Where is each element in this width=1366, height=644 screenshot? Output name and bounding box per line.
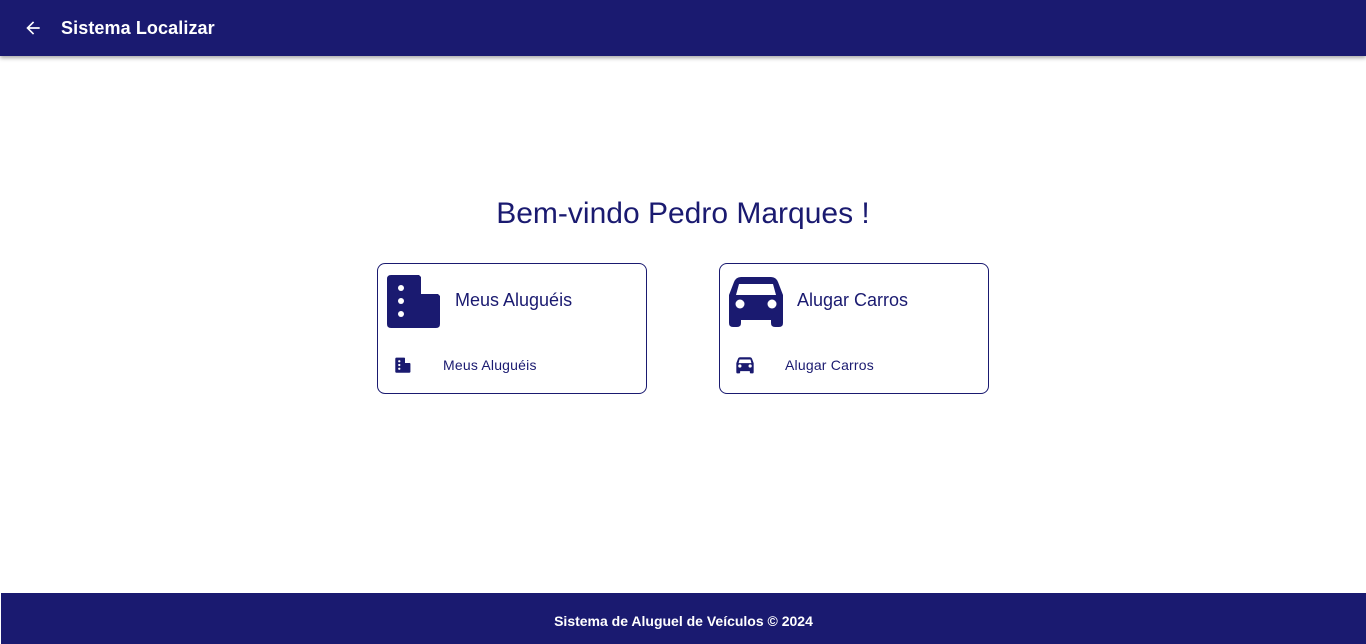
- car-icon: [735, 355, 755, 375]
- arrow-back-icon: [26, 21, 40, 35]
- card-action-label: Alugar Carros: [785, 357, 874, 373]
- welcome-heading: Bem-vindo Pedro Marques !: [496, 197, 870, 230]
- back-button[interactable]: [13, 8, 53, 48]
- page-footer: Sistema de Aluguel de Veículos © 2024: [1, 593, 1366, 644]
- top-toolbar: Sistema Localizar: [0, 0, 1366, 56]
- card-action-label: Meus Aluguéis: [443, 357, 537, 373]
- card-meus-alugueis[interactable]: Meus Aluguéis Meus Aluguéis: [377, 263, 647, 394]
- meus-alugueis-link[interactable]: Meus Aluguéis: [378, 350, 646, 380]
- footer-text: Sistema de Aluguel de Veículos © 2024: [554, 612, 813, 629]
- description-icon: [387, 275, 440, 328]
- description-icon: [393, 355, 413, 375]
- card-title: Meus Aluguéis: [455, 290, 573, 310]
- card-alugar-carros[interactable]: Alugar Carros Alugar Carros: [719, 263, 989, 394]
- alugar-carros-link[interactable]: Alugar Carros: [720, 350, 988, 380]
- app-title: Sistema Localizar: [61, 17, 215, 38]
- car-icon: [729, 277, 783, 327]
- card-title: Alugar Carros: [797, 290, 909, 310]
- app-root: Sistema Localizar Bem-vindo Pedro Marque…: [0, 0, 1366, 644]
